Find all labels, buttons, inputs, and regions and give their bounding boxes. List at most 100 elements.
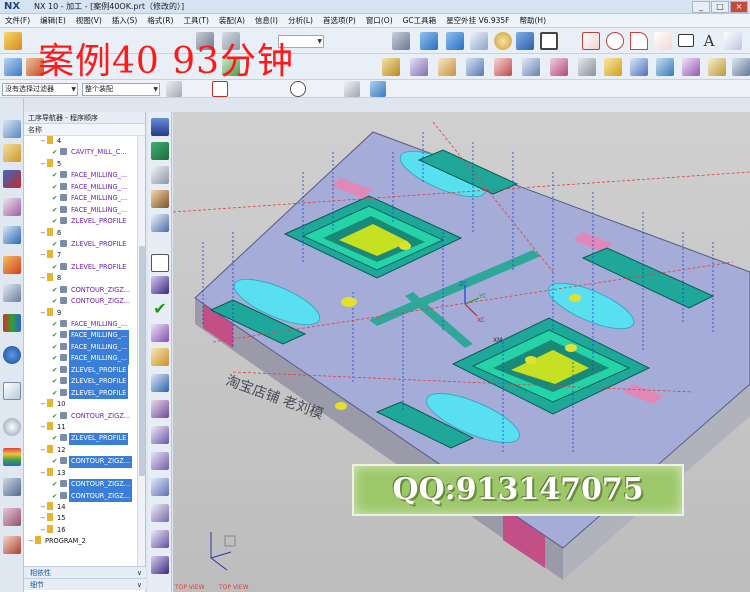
machine-tool-icon[interactable] bbox=[3, 170, 21, 188]
text-icon[interactable]: A bbox=[700, 32, 718, 50]
start-icon[interactable] bbox=[4, 32, 22, 50]
graphics-viewport[interactable]: 淘宝店铺 老刘模 ZC YC XC XM TOP VIEW TOP VIEW bbox=[173, 112, 750, 592]
feed-icon[interactable] bbox=[151, 478, 169, 496]
operation-row[interactable]: ✔ CONTOUR_ZIGZ... bbox=[24, 490, 138, 502]
clock-icon[interactable] bbox=[3, 418, 21, 436]
expand-toggle-icon[interactable]: − bbox=[40, 228, 47, 239]
snap-center-icon[interactable] bbox=[290, 81, 306, 97]
sphere-icon[interactable] bbox=[494, 32, 512, 50]
operation-row[interactable]: ✔ ZLEVEL_PROFILE bbox=[24, 433, 138, 445]
circle-icon[interactable] bbox=[606, 32, 624, 50]
transform-icon[interactable] bbox=[151, 504, 169, 522]
operation-row[interactable]: ✔ CONTOUR_ZIGZ... bbox=[24, 411, 138, 422]
operation-row[interactable]: ✔ ZLEVEL_PROFILE bbox=[24, 376, 138, 388]
operation-row[interactable]: ✔ CONTOUR_ZIGZ... bbox=[24, 285, 138, 296]
navigator-scrollbar[interactable] bbox=[137, 136, 145, 566]
feature-icon-12[interactable] bbox=[682, 58, 700, 76]
operation-row[interactable]: ✔ ZLEVEL_PROFILE bbox=[24, 364, 138, 377]
assembly-navigator-icon[interactable] bbox=[3, 256, 21, 274]
feature-icon-6[interactable] bbox=[522, 58, 540, 76]
feature-icon-11[interactable] bbox=[656, 58, 674, 76]
menu-information[interactable]: 信息(I) bbox=[250, 15, 283, 26]
snap-point-icon[interactable] bbox=[212, 81, 228, 97]
simulate-icon[interactable] bbox=[151, 348, 169, 366]
expand-toggle-icon[interactable]: − bbox=[40, 159, 47, 170]
program-group-row[interactable]: − PROGRAM_2 bbox=[24, 536, 138, 547]
program-group-row[interactable]: − 14 bbox=[24, 502, 138, 513]
program-group-row[interactable]: − 15 bbox=[24, 513, 138, 524]
operation-row[interactable]: ✔ CONTOUR_ZIGZ... bbox=[24, 456, 138, 468]
history-icon[interactable] bbox=[3, 382, 21, 400]
expand-toggle-icon[interactable]: − bbox=[40, 525, 47, 536]
web-browser-icon[interactable] bbox=[3, 346, 21, 364]
list-icon[interactable] bbox=[151, 530, 169, 548]
program-group-row[interactable]: −8 bbox=[24, 273, 138, 284]
expand-toggle-icon[interactable]: − bbox=[40, 136, 47, 147]
gear-icon[interactable] bbox=[151, 214, 169, 232]
part-navigator-icon[interactable] bbox=[3, 284, 21, 302]
feature-icon-2[interactable] bbox=[410, 58, 428, 76]
triangle-icon[interactable] bbox=[151, 190, 169, 208]
program-group-row[interactable]: −7 bbox=[24, 250, 138, 261]
shop-doc-icon[interactable] bbox=[151, 400, 169, 418]
feature-icon-10[interactable] bbox=[630, 58, 648, 76]
menu-window[interactable]: 窗口(O) bbox=[361, 15, 398, 26]
book-icon[interactable] bbox=[151, 166, 169, 184]
menu-file[interactable]: 文件(F) bbox=[0, 15, 35, 26]
expand-toggle-icon[interactable]: − bbox=[40, 399, 47, 410]
tool-holder-icon[interactable] bbox=[151, 142, 169, 160]
operation-row[interactable]: ✔ ZLEVEL_PROFILE bbox=[24, 262, 138, 273]
name-icon[interactable] bbox=[151, 276, 169, 294]
palette-icon[interactable] bbox=[3, 448, 21, 466]
menu-gc-toolkit[interactable]: GC工具箱 bbox=[398, 15, 442, 26]
expand-toggle-icon[interactable]: − bbox=[28, 536, 35, 547]
program-group-row[interactable]: − 11 bbox=[24, 421, 138, 433]
rename-icon[interactable] bbox=[151, 556, 169, 574]
shade-icon[interactable] bbox=[392, 32, 410, 50]
dimension-icon[interactable] bbox=[724, 32, 742, 50]
menu-analysis[interactable]: 分析(L) bbox=[283, 15, 318, 26]
output-cls-icon[interactable] bbox=[151, 426, 169, 444]
operation-row[interactable]: ✔ FACE_MILLING_... bbox=[24, 182, 138, 193]
operation-row[interactable]: ✔ CONTOUR_ZIGZ... bbox=[24, 479, 138, 491]
dependencies-panel[interactable]: 相依性 ∨ bbox=[24, 566, 146, 578]
operation-row[interactable]: ✔ FACE_MILLING_... bbox=[24, 341, 138, 354]
menu-help[interactable]: 帮助(H) bbox=[515, 15, 552, 26]
navigator-icon[interactable] bbox=[3, 120, 21, 138]
program-group-row[interactable]: − 16 bbox=[24, 524, 138, 536]
details-panel[interactable]: 细节 ∨ bbox=[24, 578, 146, 590]
create-program-icon[interactable] bbox=[4, 58, 22, 76]
method-icon[interactable] bbox=[3, 226, 21, 244]
tool-path-icon[interactable] bbox=[151, 452, 169, 470]
snap-icon-2[interactable] bbox=[344, 81, 360, 97]
close-button[interactable]: × bbox=[730, 1, 748, 13]
operation-row[interactable]: ✔ FACE_MILLING_... bbox=[24, 205, 138, 216]
process-studio-icon[interactable] bbox=[3, 536, 21, 554]
arrow-down-icon[interactable] bbox=[151, 118, 169, 136]
assembly-scope-select[interactable]: 整个装配 ▼ bbox=[82, 83, 160, 96]
operation-row[interactable]: ✔ CAVITY_MILL_C... bbox=[24, 147, 138, 158]
spline-icon[interactable] bbox=[654, 32, 672, 50]
maximize-button[interactable]: □ bbox=[711, 1, 729, 13]
expand-toggle-icon[interactable]: − bbox=[40, 502, 47, 513]
column-name-header[interactable]: 名称 bbox=[24, 124, 145, 136]
cube-front-icon[interactable] bbox=[420, 32, 438, 50]
program-group-row[interactable]: −5 bbox=[24, 158, 138, 170]
operation-row[interactable]: ✔ ZLEVEL_PROFILE bbox=[24, 216, 138, 227]
snap-icon-3[interactable] bbox=[370, 81, 386, 97]
operation-row[interactable]: ✔ FACE_MILLING_... bbox=[24, 330, 138, 342]
menu-plugin[interactable]: 星空外挂 V6.935F bbox=[441, 15, 514, 26]
geometry-icon[interactable] bbox=[3, 198, 21, 216]
expand-toggle-icon[interactable]: − bbox=[40, 308, 47, 319]
expand-toggle-icon[interactable]: − bbox=[40, 513, 47, 524]
expand-toggle-icon[interactable]: − bbox=[40, 445, 47, 456]
operation-row[interactable]: ✔ FACE_MILLING_... bbox=[24, 193, 138, 204]
menu-format[interactable]: 格式(R) bbox=[142, 15, 178, 26]
feature-icon-14[interactable] bbox=[732, 58, 750, 76]
layer-icon[interactable] bbox=[516, 32, 534, 50]
feature-icon-4[interactable] bbox=[466, 58, 484, 76]
cube-iso-icon[interactable] bbox=[446, 32, 464, 50]
expand-toggle-icon[interactable]: − bbox=[40, 273, 47, 284]
menu-view[interactable]: 视图(V) bbox=[71, 15, 107, 26]
feature-icon-7[interactable] bbox=[550, 58, 568, 76]
